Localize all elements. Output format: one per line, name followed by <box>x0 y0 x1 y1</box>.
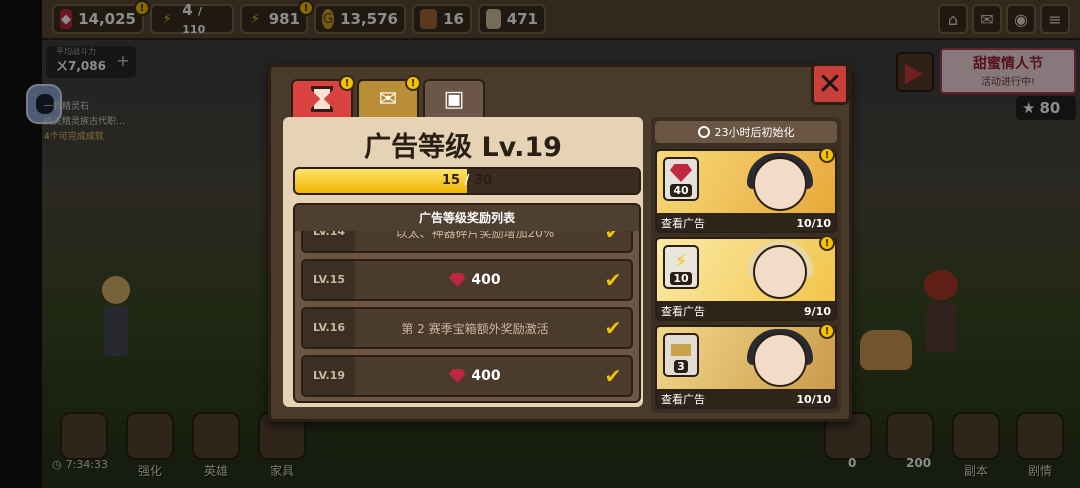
lightning-reward-icon: ⚡ 10 <box>663 245 699 289</box>
tab-box[interactable]: ▣ <box>423 79 485 119</box>
close-button[interactable]: ✕ <box>811 63 849 105</box>
ad-card-ticket[interactable]: 3 查看广告 10/10 <box>655 325 837 409</box>
character-portrait <box>753 245 807 299</box>
list-item: LV.16 第 2 赛季宝箱额外奖励激活 ✔ <box>301 307 633 349</box>
gem-icon <box>449 369 466 383</box>
box-icon: ▣ <box>443 86 465 112</box>
alert-badge-icon: ! <box>819 147 835 163</box>
gem-icon <box>449 273 466 287</box>
list-item: LV.19 400 ✔ <box>301 355 633 397</box>
clock-icon <box>697 126 710 138</box>
check-icon: ✔ <box>604 364 622 388</box>
alert-badge-icon: ! <box>819 235 835 251</box>
page-title: 广告等级 Lv.19 <box>364 132 562 163</box>
close-icon: ✕ <box>817 66 843 102</box>
level-progress-bar: 15 / 30 <box>293 167 641 195</box>
list-item: LV.15 400 ✔ <box>301 259 633 301</box>
alert-badge-icon: ! <box>819 323 835 339</box>
gem-reward-icon: 40 <box>663 157 699 201</box>
ad-level-modal: ! ✉ ! ▣ ✕ 广告等级 Lv.19 15 / 30 LV.14 以太、神器… <box>268 63 852 422</box>
hourglass-icon <box>311 86 333 112</box>
character-portrait <box>753 157 807 211</box>
scroll-icon: ✉ <box>378 86 398 112</box>
ad-rewards-panel: 23小时后初始化 40 查看广告 10/10 ! ⚡ 10 查看广告 9/10 ! 3… <box>651 117 841 413</box>
reward-list[interactable]: LV.14 以太、神器碎片奖励增加20% ✔ 广告等级奖励列表 LV.15 40… <box>293 203 641 403</box>
reward-list-header: 广告等级奖励列表 <box>295 205 639 231</box>
check-icon: ✔ <box>604 316 622 340</box>
ad-card-energy[interactable]: ⚡ 10 查看广告 9/10 <box>655 237 837 321</box>
check-icon: ✔ <box>604 268 622 292</box>
reset-timer: 23小时后初始化 <box>655 121 837 143</box>
alert-badge-icon: ! <box>405 75 421 91</box>
alert-badge-icon: ! <box>339 75 355 91</box>
ad-level-panel: 广告等级 Lv.19 15 / 30 LV.14 以太、神器碎片奖励增加20% … <box>283 117 643 407</box>
ad-card-gems[interactable]: 40 查看广告 10/10 <box>655 149 837 233</box>
character-portrait <box>753 333 807 387</box>
ticket-reward-icon: 3 <box>663 333 699 377</box>
